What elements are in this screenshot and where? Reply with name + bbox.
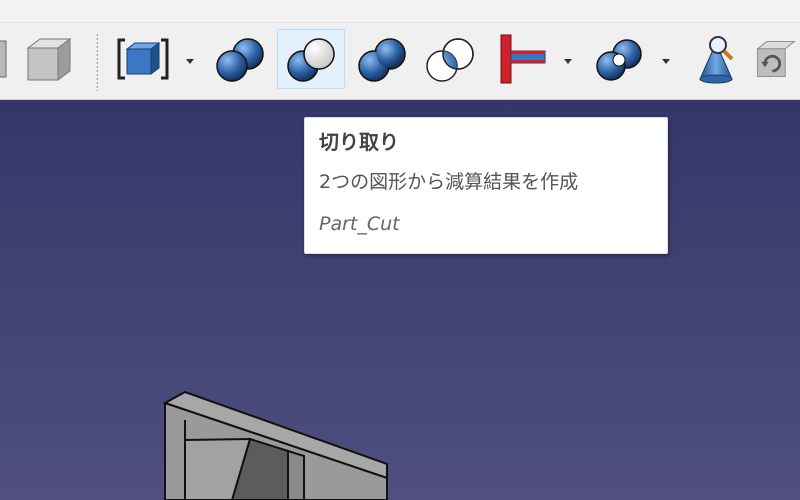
window-top-strip: [0, 0, 800, 23]
tooltip-command-name: Part_Cut: [319, 213, 400, 235]
cone-magnifier-icon: [699, 36, 734, 84]
boolean-button[interactable]: [208, 29, 272, 89]
common-button[interactable]: [418, 29, 482, 89]
cut-button[interactable]: [277, 29, 345, 89]
check-geometry-button[interactable]: [684, 29, 748, 89]
toolbar-separator: [96, 33, 98, 91]
blue-cube-bracket-icon: [117, 38, 169, 80]
primitives-dropdown-arrow[interactable]: [186, 59, 194, 64]
partial-toolbar-button[interactable]: [0, 29, 8, 89]
primitives-button[interactable]: [108, 29, 178, 89]
common-spheres-icon: [426, 38, 474, 82]
split-dropdown-arrow[interactable]: [662, 59, 670, 64]
partial-icon: [0, 40, 7, 78]
tooltip-title: 切り取り: [319, 130, 399, 154]
red-t-join-icon: [500, 34, 546, 84]
refresh-box-icon: [756, 41, 796, 77]
refresh-button[interactable]: [752, 29, 800, 89]
join-dropdown-arrow[interactable]: [564, 59, 572, 64]
part-toolbar: [0, 23, 800, 100]
cut-tooltip: 切り取り 2つの図形から減算結果を作成 Part_Cut: [304, 117, 668, 254]
cut-spheres-icon: [287, 38, 335, 82]
fuse-button[interactable]: [350, 29, 414, 89]
gray-box-icon: [26, 38, 72, 81]
split-spheres-icon: [596, 39, 642, 81]
fuse-spheres-icon: [358, 38, 406, 82]
split-button[interactable]: [584, 29, 654, 89]
tooltip-description: 2つの図形から減算結果を作成: [319, 171, 579, 193]
two-blue-spheres-icon: [216, 38, 264, 82]
box-button[interactable]: [16, 29, 80, 89]
join-button[interactable]: [490, 29, 556, 89]
